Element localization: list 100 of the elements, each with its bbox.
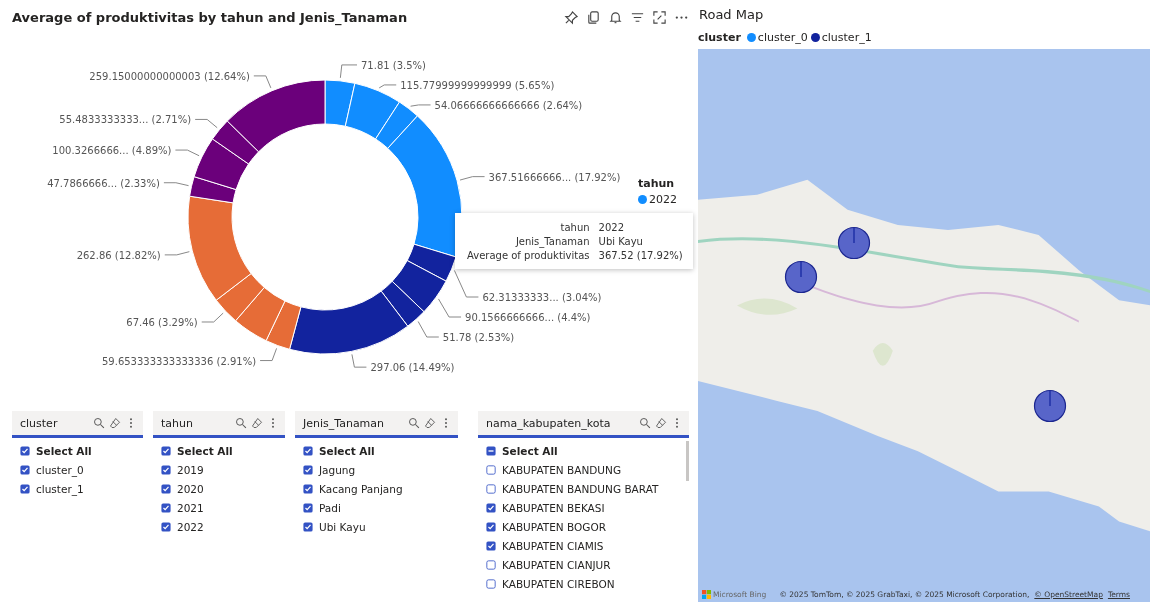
- eraser-icon[interactable]: [109, 417, 121, 429]
- data-label: 259.15000000000003 (12.64%): [89, 70, 250, 82]
- leader-line: [253, 75, 272, 89]
- slicer-item[interactable]: 2020: [161, 481, 285, 497]
- tooltip-value: Ubi Kayu: [598, 236, 644, 247]
- search-icon[interactable]: [93, 417, 105, 429]
- slicer-item[interactable]: KABUPATEN CIAMIS: [486, 538, 689, 554]
- checkbox[interactable]: [486, 484, 496, 494]
- slicer-item[interactable]: KABUPATEN BANDUNG BARAT: [486, 481, 689, 497]
- leader-line: [163, 182, 190, 187]
- checkbox[interactable]: [303, 503, 313, 513]
- checkbox[interactable]: [303, 465, 313, 475]
- donut-slice[interactable]: [380, 280, 425, 327]
- checkbox[interactable]: [486, 465, 496, 475]
- slicer-item[interactable]: Select All: [486, 443, 689, 459]
- pie-marker-icon[interactable]: [1033, 389, 1067, 423]
- checkbox[interactable]: [486, 503, 496, 513]
- checkbox[interactable]: [161, 446, 171, 456]
- leader-line: [378, 84, 397, 89]
- leader-line: [410, 104, 432, 107]
- donut-slice[interactable]: [189, 176, 237, 204]
- slicer-item[interactable]: KABUPATEN CIREBON: [486, 576, 689, 592]
- tooltip-label: tahun: [559, 222, 590, 233]
- checkbox[interactable]: [303, 484, 313, 494]
- slicer-item[interactable]: Select All: [161, 443, 285, 459]
- slicer-item[interactable]: KABUPATEN BANDUNG: [486, 462, 689, 478]
- slicer-item[interactable]: Ubi Kayu: [303, 519, 458, 535]
- slicer-item[interactable]: 2021: [161, 500, 285, 516]
- leader-line: [201, 312, 224, 323]
- slicer-item[interactable]: KABUPATEN BOGOR: [486, 519, 689, 535]
- slicer-item[interactable]: Padi: [303, 500, 458, 516]
- checkbox[interactable]: [486, 446, 496, 456]
- legend-label[interactable]: cluster_1: [821, 31, 872, 44]
- legend-title: cluster: [698, 31, 741, 44]
- scrollbar[interactable]: [686, 441, 689, 481]
- pie-marker-icon[interactable]: [837, 226, 871, 260]
- checkbox[interactable]: [303, 446, 313, 456]
- checkbox[interactable]: [20, 465, 30, 475]
- copy-icon[interactable]: [586, 9, 601, 25]
- slicer-title: cluster: [20, 416, 58, 430]
- checkbox[interactable]: [486, 560, 496, 570]
- tooltip-value: 2022: [598, 222, 625, 233]
- leader-line: [339, 64, 358, 79]
- donut-slice[interactable]: [387, 115, 463, 258]
- donut-slice[interactable]: [211, 120, 260, 165]
- data-label: 115.77999999999999 (5.65%): [400, 79, 555, 91]
- data-label: 262.86 (12.82%): [76, 249, 161, 261]
- tooltip-label: Jenis_Tanaman: [514, 236, 590, 247]
- legend-title: tahun: [638, 177, 676, 190]
- slicer-item[interactable]: 2022: [161, 519, 285, 535]
- leader-line: [417, 321, 440, 338]
- data-label: 47.7866666... (2.33%): [47, 177, 160, 189]
- legend-label[interactable]: cluster_0: [757, 31, 808, 44]
- data-label: 67.46 (3.29%): [126, 317, 198, 328]
- pin-icon[interactable]: [564, 9, 579, 25]
- checkbox[interactable]: [161, 465, 171, 475]
- leader-line: [164, 251, 190, 256]
- checkbox[interactable]: [303, 522, 313, 532]
- slicer-item[interactable]: Jagung: [303, 462, 458, 478]
- slicer-item[interactable]: Select All: [20, 443, 143, 459]
- donut-slice[interactable]: [265, 300, 302, 350]
- focus-mode-icon[interactable]: [652, 9, 667, 25]
- checkbox[interactable]: [161, 484, 171, 494]
- data-label: 54.06666666666666 (2.64%): [434, 99, 583, 111]
- leader-line: [194, 118, 218, 129]
- chart-title: Average of produktivitas by tahun and Jenis_Tanaman: [12, 9, 408, 25]
- data-label: 59.653333333333336 (2.91%): [102, 355, 257, 367]
- data-label: 367.51666666... (17.92%): [488, 171, 621, 183]
- search-icon[interactable]: [639, 417, 651, 429]
- slicer-item[interactable]: 2019: [161, 462, 285, 478]
- checkbox[interactable]: [161, 522, 171, 532]
- slicer-title: nama_kabupaten_kota: [486, 416, 611, 430]
- slicer-item[interactable]: Select All: [303, 443, 458, 459]
- slicer-item[interactable]: KABUPATEN CIANJUR: [486, 557, 689, 573]
- data-label: 62.31333333... (3.04%): [482, 292, 602, 303]
- search-icon[interactable]: [408, 417, 420, 429]
- checkbox[interactable]: [161, 503, 171, 513]
- donut-slice[interactable]: [406, 243, 457, 282]
- slicer-item[interactable]: cluster_1: [20, 481, 143, 497]
- eraser-icon[interactable]: [251, 417, 263, 429]
- leader-line: [259, 347, 278, 362]
- eraser-icon[interactable]: [655, 417, 667, 429]
- checkbox[interactable]: [20, 446, 30, 456]
- data-label: 100.3266666... (4.89%): [52, 145, 172, 157]
- leader-line: [459, 176, 486, 181]
- donut-slice[interactable]: [391, 260, 447, 313]
- slicer-item[interactable]: KABUPATEN BEKASI: [486, 500, 689, 516]
- checkbox[interactable]: [486, 522, 496, 532]
- pie-marker-icon[interactable]: [784, 260, 818, 294]
- checkbox[interactable]: [486, 541, 496, 551]
- bell-icon[interactable]: [608, 9, 623, 25]
- search-icon[interactable]: [235, 417, 247, 429]
- checkbox[interactable]: [20, 484, 30, 494]
- slicer-item[interactable]: Kacang Panjang: [303, 481, 458, 497]
- eraser-icon[interactable]: [424, 417, 436, 429]
- slicer-item[interactable]: cluster_0: [20, 462, 143, 478]
- windows-logo-icon: [702, 590, 711, 599]
- checkbox[interactable]: [486, 579, 496, 589]
- tooltip-label: Average of produktivitas: [467, 250, 590, 261]
- legend-label[interactable]: 2022: [649, 193, 677, 206]
